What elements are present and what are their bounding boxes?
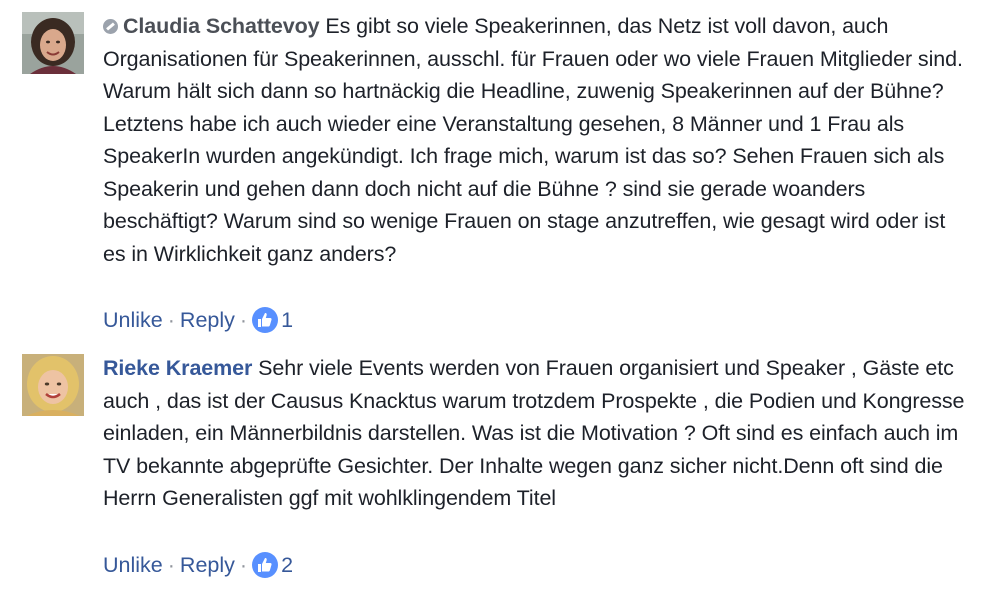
- thumbs-up-icon[interactable]: [252, 307, 279, 333]
- comment-actions: Unlike · Reply · 2: [103, 550, 293, 580]
- unlike-link[interactable]: Unlike: [103, 553, 163, 577]
- separator: ·: [239, 308, 248, 332]
- separator: ·: [167, 553, 175, 577]
- avatar[interactable]: [22, 354, 84, 416]
- comment-body: Rieke Kraemer Sehr viele Events werden v…: [103, 352, 973, 515]
- comment-body: Claudia Schattevoy Es gibt so viele Spea…: [103, 10, 973, 270]
- comment-author[interactable]: Claudia Schattevoy: [123, 14, 320, 38]
- comment-text: Es gibt so viele Speakerinnen, das Netz …: [103, 14, 963, 266]
- reply-link[interactable]: Reply: [180, 553, 235, 577]
- separator: ·: [167, 308, 175, 332]
- checkmark-dot-icon: [103, 19, 118, 34]
- avatar[interactable]: [22, 12, 84, 74]
- like-count[interactable]: 2: [281, 553, 293, 577]
- separator: ·: [239, 553, 248, 577]
- comment-author[interactable]: Rieke Kraemer: [103, 356, 252, 380]
- unlike-link[interactable]: Unlike: [103, 308, 163, 332]
- reply-link[interactable]: Reply: [180, 308, 235, 332]
- thumbs-up-icon[interactable]: [252, 552, 279, 578]
- comment-actions: Unlike · Reply · 1: [103, 305, 293, 335]
- like-count[interactable]: 1: [281, 308, 293, 332]
